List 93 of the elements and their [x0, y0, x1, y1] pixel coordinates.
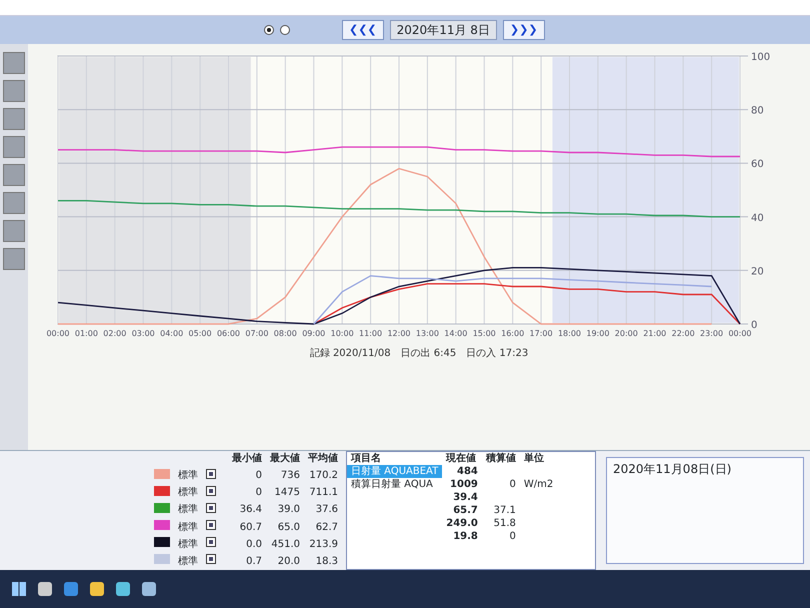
x-tick-label: 03:00 — [132, 329, 155, 338]
previous-button[interactable]: ❮❮❮ — [342, 20, 384, 40]
start-icon[interactable] — [12, 582, 26, 596]
x-tick-label: 18:00 — [558, 329, 582, 338]
table-cell-text: 37.1 — [492, 504, 517, 517]
taskbar-app-icon[interactable] — [64, 582, 78, 596]
table-cell-text: 標準 — [177, 538, 199, 552]
date-field[interactable]: 2020年11月 8日 — [390, 20, 497, 40]
table-cell-text: 19.8 — [452, 530, 479, 543]
x-tick-label: 10:00 — [330, 329, 354, 338]
taskbar-app-icon[interactable] — [38, 582, 52, 596]
checkbox[interactable] — [206, 520, 216, 530]
x-tick-label: 20:00 — [614, 329, 638, 338]
x-tick-label: 06:00 — [216, 329, 240, 338]
table-cell-text: 18.3 — [314, 554, 339, 569]
checkbox[interactable] — [206, 486, 216, 496]
date-panel: 2020年11月08日(日) — [606, 457, 804, 564]
table-cell: 484 — [442, 465, 482, 478]
x-tick-label: 00:00 — [728, 329, 752, 338]
table-cell-text: 711.1 — [308, 486, 339, 500]
column-header: 項目名 — [347, 452, 442, 465]
x-tick-label: 17:00 — [530, 329, 553, 338]
y-tick-label: 20 — [751, 266, 764, 278]
table-cell-text: 249.0 — [445, 517, 479, 530]
table-cell-text: 36.4 — [238, 503, 263, 518]
table-cell-text: 39.4 — [452, 491, 479, 504]
column-header: 現在値 — [442, 452, 482, 465]
chart-caption: 記録 2020/11/08 日の出 6:45 日の入 17:23 — [308, 346, 530, 361]
checkbox[interactable] — [206, 554, 216, 564]
x-tick-label: 21:00 — [643, 329, 666, 338]
taskbar-app-icon[interactable] — [116, 582, 130, 596]
table-cell-text: 60.7 — [238, 520, 263, 535]
table-cell-text: 62.7 — [314, 520, 339, 535]
x-tick-label: 15:00 — [472, 329, 496, 338]
x-tick-label: 11:00 — [359, 329, 382, 338]
checkbox[interactable] — [206, 468, 216, 479]
table-cell-text: 0 — [254, 486, 263, 500]
table-cell-text: 51.8 — [492, 517, 517, 530]
y-tick-label: 0 — [751, 320, 758, 331]
x-tick-label: 02:00 — [103, 329, 126, 338]
x-tick-label: 05:00 — [188, 329, 212, 338]
column-header: 最大値 — [269, 452, 301, 466]
taskbar-app-icon[interactable] — [142, 582, 156, 596]
radio-button[interactable] — [280, 25, 290, 35]
next-button[interactable]: ❯❯❯ — [502, 20, 545, 40]
y-tick-label: 100 — [751, 52, 770, 63]
table-cell-text: 0 — [254, 469, 263, 484]
y-tick-label: 80 — [751, 106, 764, 117]
table-cell-text: 37.6 — [314, 503, 339, 518]
table-cell-text: 標準 — [177, 486, 199, 500]
checkbox[interactable] — [206, 537, 216, 548]
taskbar-app-icon[interactable] — [90, 582, 104, 596]
table-cell-text: 標準 — [177, 554, 199, 569]
table-cell-text: 1475 — [274, 486, 301, 500]
table-cell-text: 451.0 — [270, 538, 301, 552]
table-cell-text: 39.0 — [276, 503, 301, 518]
table-cell-text: 20.0 — [276, 554, 301, 569]
x-tick-label: 01:00 — [74, 329, 98, 338]
table-cell-text: 標準 — [177, 502, 199, 518]
x-tick-label: 09:00 — [302, 329, 326, 338]
table-cell-text: 標準 — [177, 520, 199, 535]
table-cell: 1009 — [442, 478, 482, 491]
y-tick-label: 40 — [751, 212, 764, 224]
table-cell-text: 0.0 — [245, 538, 263, 552]
table-cell-text: 65.0 — [276, 520, 301, 535]
table-cell-text: W/m2 — [522, 478, 554, 491]
table-cell-text: 標準 — [177, 468, 199, 484]
item-name[interactable]: 積算日射量 AQUA — [347, 478, 442, 491]
x-tick-label: 23:00 — [700, 329, 724, 338]
radio-button[interactable] — [264, 25, 274, 35]
y-tick-label: 60 — [751, 159, 764, 170]
column-header: 単位 — [522, 452, 545, 465]
x-tick-label: 16:00 — [501, 329, 524, 338]
table-cell-text: 213.9 — [308, 538, 339, 552]
x-tick-label: 08:00 — [274, 329, 297, 338]
table-cell-text: 0.7 — [245, 554, 263, 569]
table-cell-text: 170.2 — [308, 469, 339, 484]
column-header: 積算値 — [484, 452, 517, 465]
table-cell-text: 0 — [508, 478, 517, 491]
column-header: 最小値 — [231, 452, 263, 466]
x-tick-label: 14:00 — [444, 329, 468, 338]
x-tick-label: 12:00 — [387, 329, 411, 338]
x-tick-label: 13:00 — [416, 329, 439, 338]
checkbox[interactable] — [206, 502, 216, 513]
column-header: 平均値 — [307, 452, 339, 466]
x-tick-label: 04:00 — [160, 329, 184, 338]
table-cell-text: 736 — [280, 469, 301, 484]
x-tick-label: 00:00 — [46, 329, 70, 338]
table-cell-text: 65.7 — [452, 504, 479, 517]
table-cell-text: 0 — [508, 530, 517, 543]
x-tick-label: 07:00 — [245, 329, 268, 338]
x-tick-label: 19:00 — [586, 329, 610, 338]
x-tick-label: 22:00 — [672, 329, 695, 338]
